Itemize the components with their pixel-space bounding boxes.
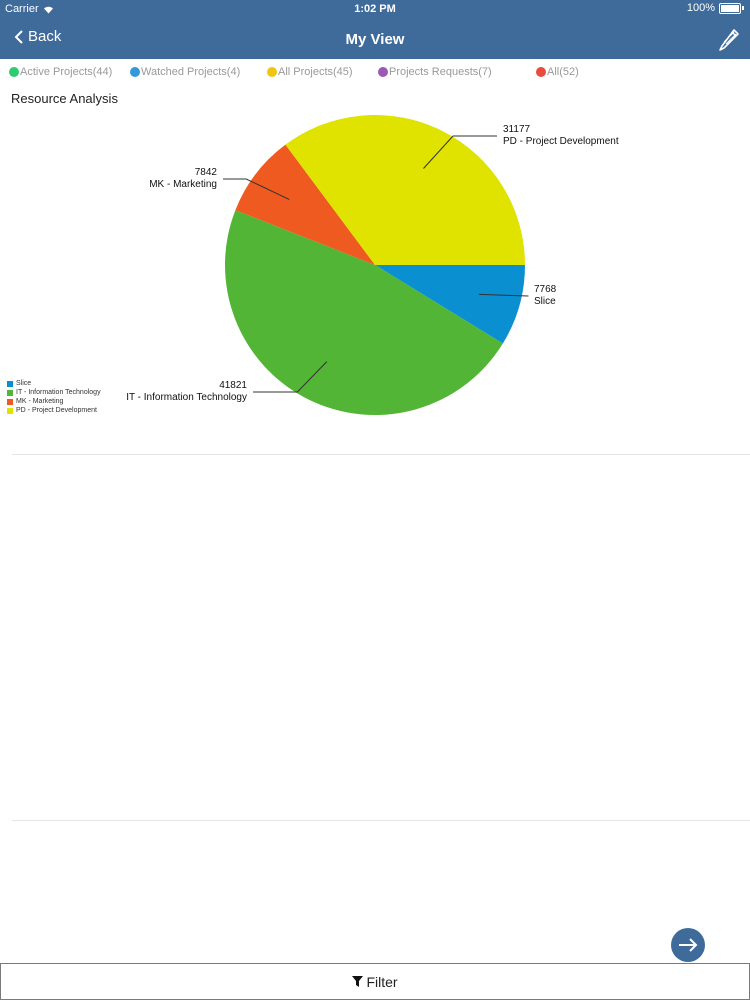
tab-dot-icon — [267, 67, 277, 77]
slice-name-label: Slice — [534, 296, 556, 307]
tab-dot-icon — [130, 67, 140, 77]
tab-dot-icon — [536, 67, 546, 77]
legend-label: PD - Project Development — [16, 407, 97, 414]
tab-dot-icon — [378, 67, 388, 77]
tab-projects-requests[interactable]: Projects Requests(7) — [378, 66, 492, 78]
slice-name-label: MK - Marketing — [149, 179, 217, 190]
filter-label: Filter — [366, 973, 398, 990]
funnel-icon — [352, 976, 364, 987]
slice-value-label: 31177 — [503, 124, 531, 135]
legend-item: MK - Marketing — [7, 397, 101, 406]
battery-percent: 100% — [686, 2, 715, 14]
battery-tip — [742, 6, 744, 10]
resource-pie-chart: 7768Slice 41821IT - Information Technolog… — [126, 115, 619, 415]
tab-active-projects[interactable]: Active Projects(44) — [9, 66, 112, 78]
filter-button[interactable]: Filter — [0, 963, 750, 1000]
tab-dot-icon — [9, 67, 19, 77]
slice-value-label: 7768 — [534, 284, 557, 295]
tab-label: All(52) — [547, 66, 579, 78]
tab-label: Watched Projects(4) — [141, 66, 241, 78]
next-button[interactable] — [671, 928, 705, 962]
legend-label: Slice — [16, 380, 32, 387]
project-filter-tabs: Active Projects(44) Watched Projects(4) … — [0, 66, 750, 82]
legend-item: IT - Information Technology — [7, 388, 101, 397]
legend-swatch — [7, 407, 13, 414]
tab-watched-projects[interactable]: Watched Projects(4) — [130, 66, 240, 78]
divider — [12, 454, 750, 455]
tab-all[interactable]: All(52) — [536, 66, 579, 78]
legend-label: MK - Marketing — [16, 398, 64, 405]
pencil-icon[interactable] — [716, 26, 742, 52]
slice-name-label: IT - Information Technology — [126, 392, 247, 403]
legend-item: Slice — [7, 379, 101, 388]
slice-value-label: 7842 — [195, 167, 218, 178]
tab-label: Active Projects(44) — [20, 66, 113, 78]
section-title: Resource Analysis — [11, 91, 118, 106]
tab-label: Projects Requests(7) — [389, 66, 492, 78]
arrow-right-icon — [679, 938, 698, 952]
status-time: 1:02 PM — [354, 3, 396, 15]
legend-swatch — [7, 398, 13, 405]
status-bar: Carrier 1:02 PM 100% — [0, 0, 750, 18]
divider — [12, 820, 750, 821]
legend-label: IT - Information Technology — [16, 389, 101, 396]
slice-value-label: 41821 — [219, 380, 247, 391]
battery-icon — [719, 2, 741, 14]
nav-bar: Back My View — [0, 18, 750, 59]
legend-item: PD - Project Development — [7, 406, 101, 415]
legend-swatch — [7, 380, 13, 387]
tab-label: All Projects(45) — [278, 66, 353, 78]
tab-all-projects[interactable]: All Projects(45) — [267, 66, 353, 78]
slice-name-label: PD - Project Development — [503, 136, 619, 147]
page-title: My View — [345, 31, 405, 48]
battery-indicator: 100% — [687, 2, 744, 14]
legend-swatch — [7, 389, 13, 396]
chart-legend: Slice IT - Information Technology MK - Mar… — [7, 379, 101, 415]
